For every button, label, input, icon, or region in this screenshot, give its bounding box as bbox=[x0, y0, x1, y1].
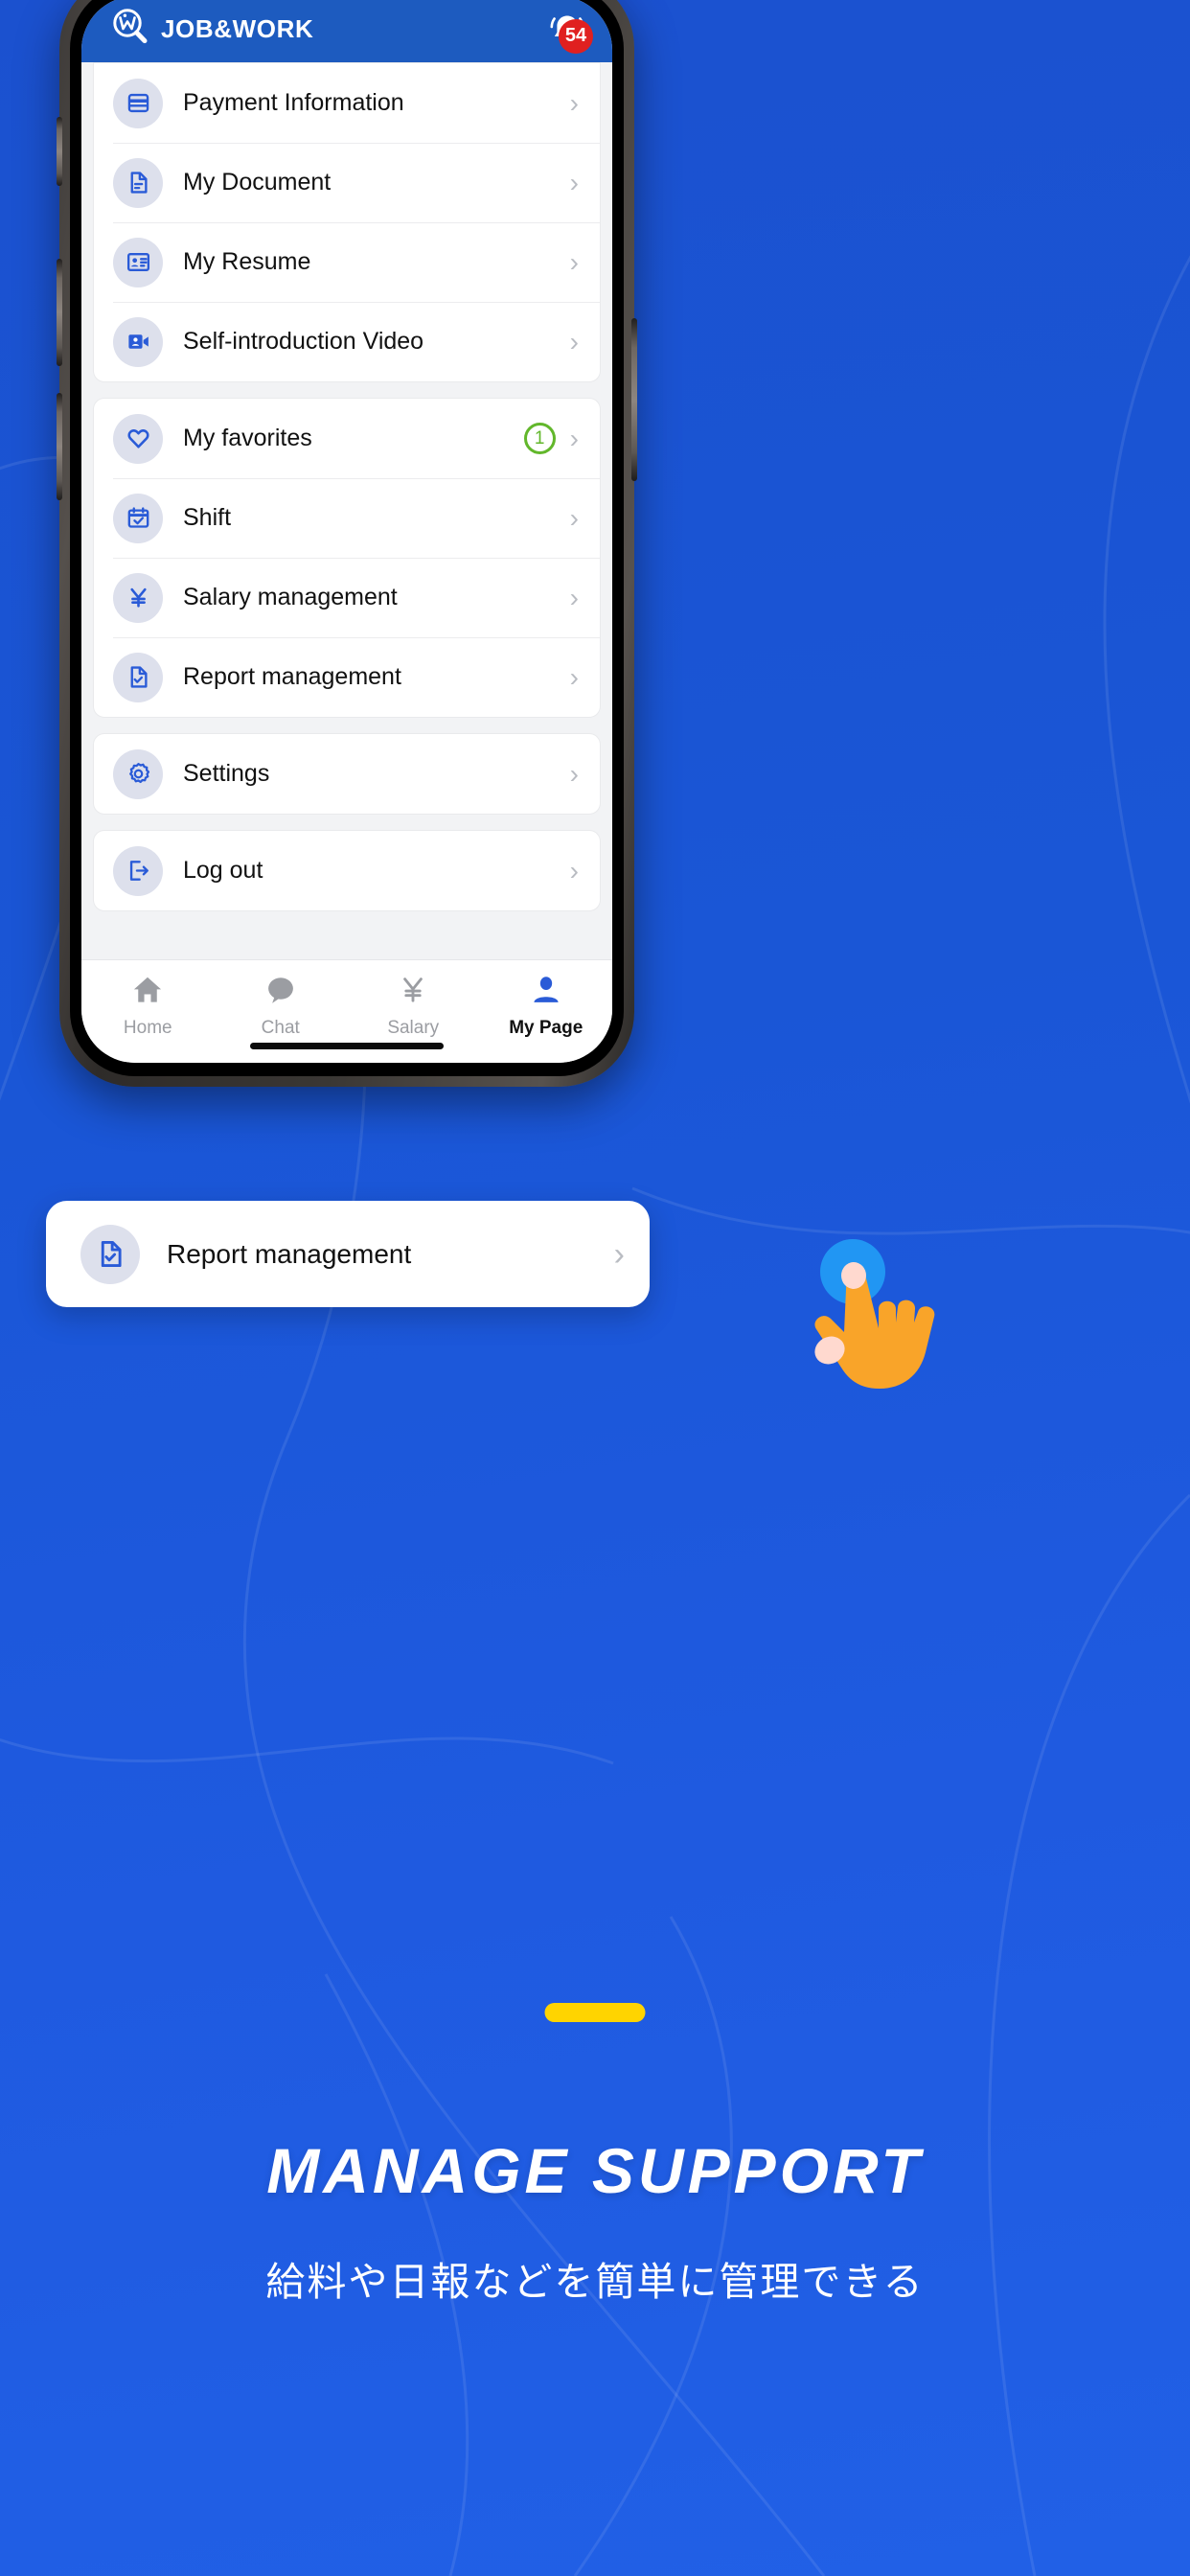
marketing-subhead: 給料や日報などを簡単に管理できる bbox=[265, 2260, 925, 2304]
chevron-right-icon: › bbox=[569, 855, 579, 886]
silent-switch-button[interactable] bbox=[57, 117, 62, 186]
menu-group-session: Log out › bbox=[93, 830, 601, 911]
menu-item-label: Settings bbox=[183, 760, 270, 787]
menu-item-label: My favorites bbox=[183, 425, 312, 451]
divider-pill bbox=[544, 2003, 646, 2022]
report-check-icon bbox=[113, 652, 163, 702]
highlight-callout-report-management[interactable]: Report management › bbox=[46, 1201, 650, 1307]
nav-item-home[interactable]: Home bbox=[81, 973, 215, 1039]
nav-item-label: Chat bbox=[261, 1018, 300, 1038]
menu-item-label: Log out bbox=[183, 857, 263, 884]
home-indicator[interactable] bbox=[250, 1043, 444, 1049]
chevron-right-icon: › bbox=[569, 758, 579, 789]
magnifier-jw-logo-icon bbox=[110, 7, 150, 52]
chevron-right-icon: › bbox=[569, 167, 579, 197]
volume-up-button[interactable] bbox=[57, 259, 62, 366]
notification-badge: 54 bbox=[559, 18, 593, 54]
menu-item-log-out[interactable]: Log out › bbox=[94, 831, 600, 910]
yen-icon bbox=[113, 572, 163, 623]
chevron-right-icon: › bbox=[569, 246, 579, 277]
notification-bell-button[interactable]: 54 bbox=[545, 8, 593, 54]
phone-frame: JOB&WORK 54 Payment Information › My Doc… bbox=[57, 0, 637, 1087]
menu-item-my-document[interactable]: My Document › bbox=[94, 143, 600, 222]
chat-bubble-icon bbox=[263, 973, 298, 1012]
person-icon bbox=[529, 973, 563, 1012]
menu-item-settings[interactable]: Settings › bbox=[94, 734, 600, 814]
chevron-right-icon: › bbox=[569, 582, 579, 612]
menu-item-self-introduction-video[interactable]: Self-introduction Video › bbox=[94, 302, 600, 381]
menu-item-label: Self-introduction Video bbox=[183, 328, 424, 355]
menu-item-label: Salary management bbox=[183, 584, 398, 610]
chevron-right-icon: › bbox=[569, 423, 579, 453]
report-check-icon bbox=[80, 1224, 140, 1284]
menu-item-my-favorites[interactable]: My favorites 1 › bbox=[94, 399, 600, 478]
menu-item-shift[interactable]: Shift › bbox=[94, 478, 600, 558]
menu-group-work: My favorites 1 › Shift › Salary manageme… bbox=[93, 398, 601, 718]
chevron-right-icon: › bbox=[569, 326, 579, 356]
app-header: JOB&WORK 54 bbox=[81, 0, 612, 62]
nav-item-label: My Page bbox=[509, 1018, 584, 1038]
menu-group-system: Settings › bbox=[93, 733, 601, 815]
volume-down-button[interactable] bbox=[57, 393, 62, 500]
document-icon bbox=[113, 157, 163, 208]
menu-scroll-area[interactable]: Payment Information › My Document › My R… bbox=[81, 62, 612, 959]
chevron-right-icon: › bbox=[569, 661, 579, 692]
chevron-right-icon: › bbox=[613, 1235, 625, 1273]
menu-item-label: My Resume bbox=[183, 248, 311, 275]
nav-item-label: Salary bbox=[387, 1018, 440, 1038]
brand: JOB&WORK bbox=[110, 7, 313, 52]
heart-icon bbox=[113, 413, 163, 464]
pointing-hand-cursor-icon bbox=[793, 1233, 999, 1454]
power-button[interactable] bbox=[631, 318, 637, 481]
menu-item-label: Payment Information bbox=[183, 89, 404, 116]
calendar-check-icon bbox=[113, 493, 163, 543]
nav-item-my-page[interactable]: My Page bbox=[480, 973, 613, 1039]
nav-item-chat[interactable]: Chat bbox=[215, 973, 348, 1039]
chevron-right-icon: › bbox=[569, 87, 579, 118]
credit-card-icon bbox=[113, 78, 163, 128]
logout-icon bbox=[113, 845, 163, 896]
menu-item-label: Shift bbox=[183, 504, 232, 531]
callout-label: Report management bbox=[167, 1238, 412, 1269]
yen-icon bbox=[396, 973, 430, 1012]
menu-item-payment-information[interactable]: Payment Information › bbox=[94, 63, 600, 143]
chevron-right-icon: › bbox=[569, 502, 579, 533]
menu-item-label: Report management bbox=[183, 663, 401, 690]
phone-bezel: JOB&WORK 54 Payment Information › My Doc… bbox=[70, 0, 624, 1076]
home-icon bbox=[130, 973, 165, 1012]
marketing-headline: MANAGE SUPPORT bbox=[266, 2135, 924, 2206]
menu-group-account: Payment Information › My Document › My R… bbox=[93, 62, 601, 382]
menu-item-my-resume[interactable]: My Resume › bbox=[94, 222, 600, 302]
menu-item-label: My Document bbox=[183, 169, 332, 196]
brand-name: JOB&WORK bbox=[161, 14, 314, 43]
gear-icon bbox=[113, 748, 163, 799]
nav-item-salary[interactable]: Salary bbox=[347, 973, 480, 1039]
phone-screen: JOB&WORK 54 Payment Information › My Doc… bbox=[81, 0, 612, 1063]
menu-item-report-management[interactable]: Report management › bbox=[94, 637, 600, 717]
nav-item-label: Home bbox=[123, 1018, 172, 1038]
id-card-icon bbox=[113, 237, 163, 288]
video-person-icon bbox=[113, 316, 163, 367]
menu-item-salary-management[interactable]: Salary management › bbox=[94, 558, 600, 637]
favorites-count-badge: 1 bbox=[523, 423, 556, 454]
